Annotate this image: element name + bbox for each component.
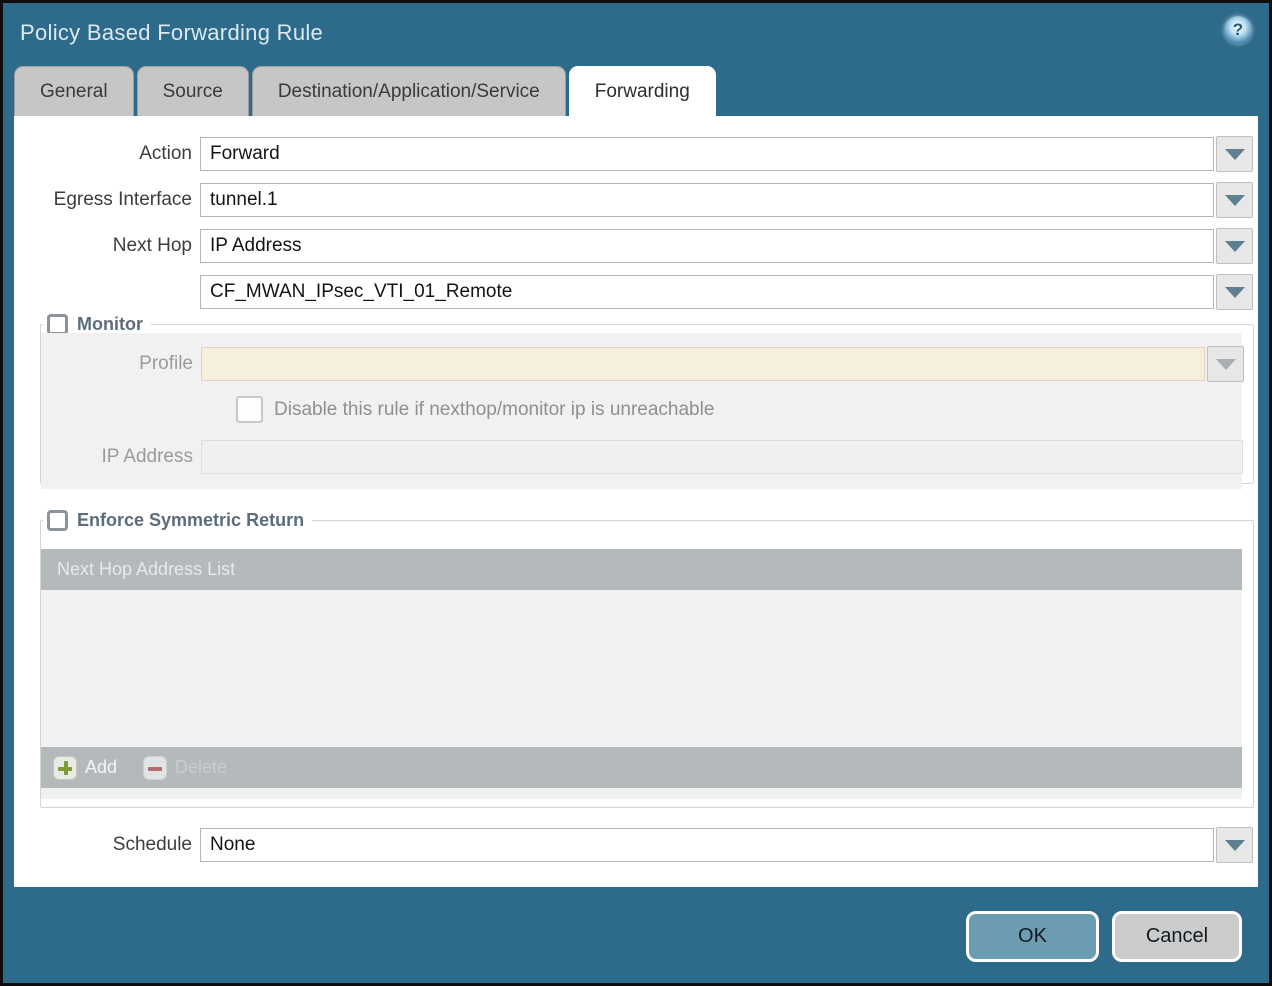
action-field[interactable]: Forward xyxy=(200,137,1214,171)
next-hop-address-list-toolbar: Add Delete xyxy=(41,747,1242,788)
action-label: Action xyxy=(14,137,192,171)
symmetric-return-section: Enforce Symmetric Return Next Hop Addres… xyxy=(40,510,1254,808)
monitor-section: Monitor Profile Disable this rule if nex… xyxy=(40,314,1254,484)
next-hop-address-value: CF_MWAN_IPsec_VTI_01_Remote xyxy=(210,281,512,302)
policy-forwarding-dialog: Policy Based Forwarding Rule ? General S… xyxy=(0,0,1272,986)
egress-interface-value: tunnel.1 xyxy=(210,189,278,210)
chevron-down-icon xyxy=(1225,287,1245,298)
profile-dropdown-button[interactable] xyxy=(1207,346,1244,382)
schedule-value: None xyxy=(210,834,255,855)
profile-label: Profile xyxy=(41,347,193,381)
enforce-symmetric-return-checkbox[interactable] xyxy=(47,510,68,531)
add-button[interactable]: Add xyxy=(53,756,117,780)
profile-field[interactable] xyxy=(201,347,1205,381)
egress-interface-label: Egress Interface xyxy=(14,183,192,217)
egress-interface-field[interactable]: tunnel.1 xyxy=(200,183,1214,217)
next-hop-address-list-header: Next Hop Address List xyxy=(41,549,1242,590)
schedule-dropdown-button[interactable] xyxy=(1216,827,1253,863)
next-hop-address-table: Next Hop Address List Add Delete xyxy=(41,549,1242,799)
chevron-down-icon xyxy=(1225,195,1245,206)
disable-rule-label: Disable this rule if nexthop/monitor ip … xyxy=(274,396,714,423)
monitor-checkbox[interactable] xyxy=(47,314,68,335)
chevron-down-icon xyxy=(1225,149,1245,160)
schedule-label: Schedule xyxy=(14,828,192,862)
forwarding-tab-panel: Action Forward Egress Interface tunnel.1… xyxy=(14,116,1258,887)
dialog-title: Policy Based Forwarding Rule xyxy=(20,20,323,46)
next-hop-address-field[interactable]: CF_MWAN_IPsec_VTI_01_Remote xyxy=(200,275,1214,309)
action-dropdown-button[interactable] xyxy=(1216,136,1253,172)
help-icon[interactable]: ? xyxy=(1224,16,1252,44)
help-glyph: ? xyxy=(1233,20,1243,40)
tab-forwarding[interactable]: Forwarding xyxy=(569,66,716,116)
next-hop-address-dropdown-button[interactable] xyxy=(1216,274,1253,310)
plus-icon xyxy=(53,756,77,780)
enforce-symmetric-return-legend-label: Enforce Symmetric Return xyxy=(77,510,304,531)
action-value: Forward xyxy=(210,143,280,164)
chevron-down-icon xyxy=(1225,241,1245,252)
monitor-legend-label: Monitor xyxy=(77,314,143,335)
chevron-down-icon xyxy=(1216,359,1236,370)
table-bottom-strip xyxy=(41,788,1242,799)
monitor-ip-address-label: IP Address xyxy=(41,440,193,474)
minus-icon xyxy=(143,756,167,780)
egress-interface-dropdown-button[interactable] xyxy=(1216,182,1253,218)
chevron-down-icon xyxy=(1225,840,1245,851)
next-hop-type-value: IP Address xyxy=(210,235,302,256)
delete-button[interactable]: Delete xyxy=(143,756,227,780)
next-hop-label: Next Hop xyxy=(14,229,192,263)
schedule-field[interactable]: None xyxy=(200,828,1214,862)
next-hop-type-field[interactable]: IP Address xyxy=(200,229,1214,263)
tab-source[interactable]: Source xyxy=(137,66,249,116)
tab-destination-application-service[interactable]: Destination/Application/Service xyxy=(252,66,566,116)
cancel-button[interactable]: Cancel xyxy=(1112,911,1242,962)
tab-bar: General Source Destination/Application/S… xyxy=(14,66,716,116)
disable-rule-checkbox[interactable] xyxy=(236,396,263,423)
add-button-label: Add xyxy=(85,757,117,778)
tab-general[interactable]: General xyxy=(14,66,134,116)
monitor-ip-address-field[interactable] xyxy=(201,440,1243,474)
next-hop-address-list-body[interactable] xyxy=(41,590,1242,747)
next-hop-dropdown-button[interactable] xyxy=(1216,228,1253,264)
delete-button-label: Delete xyxy=(175,757,227,778)
ok-button[interactable]: OK xyxy=(966,911,1099,962)
